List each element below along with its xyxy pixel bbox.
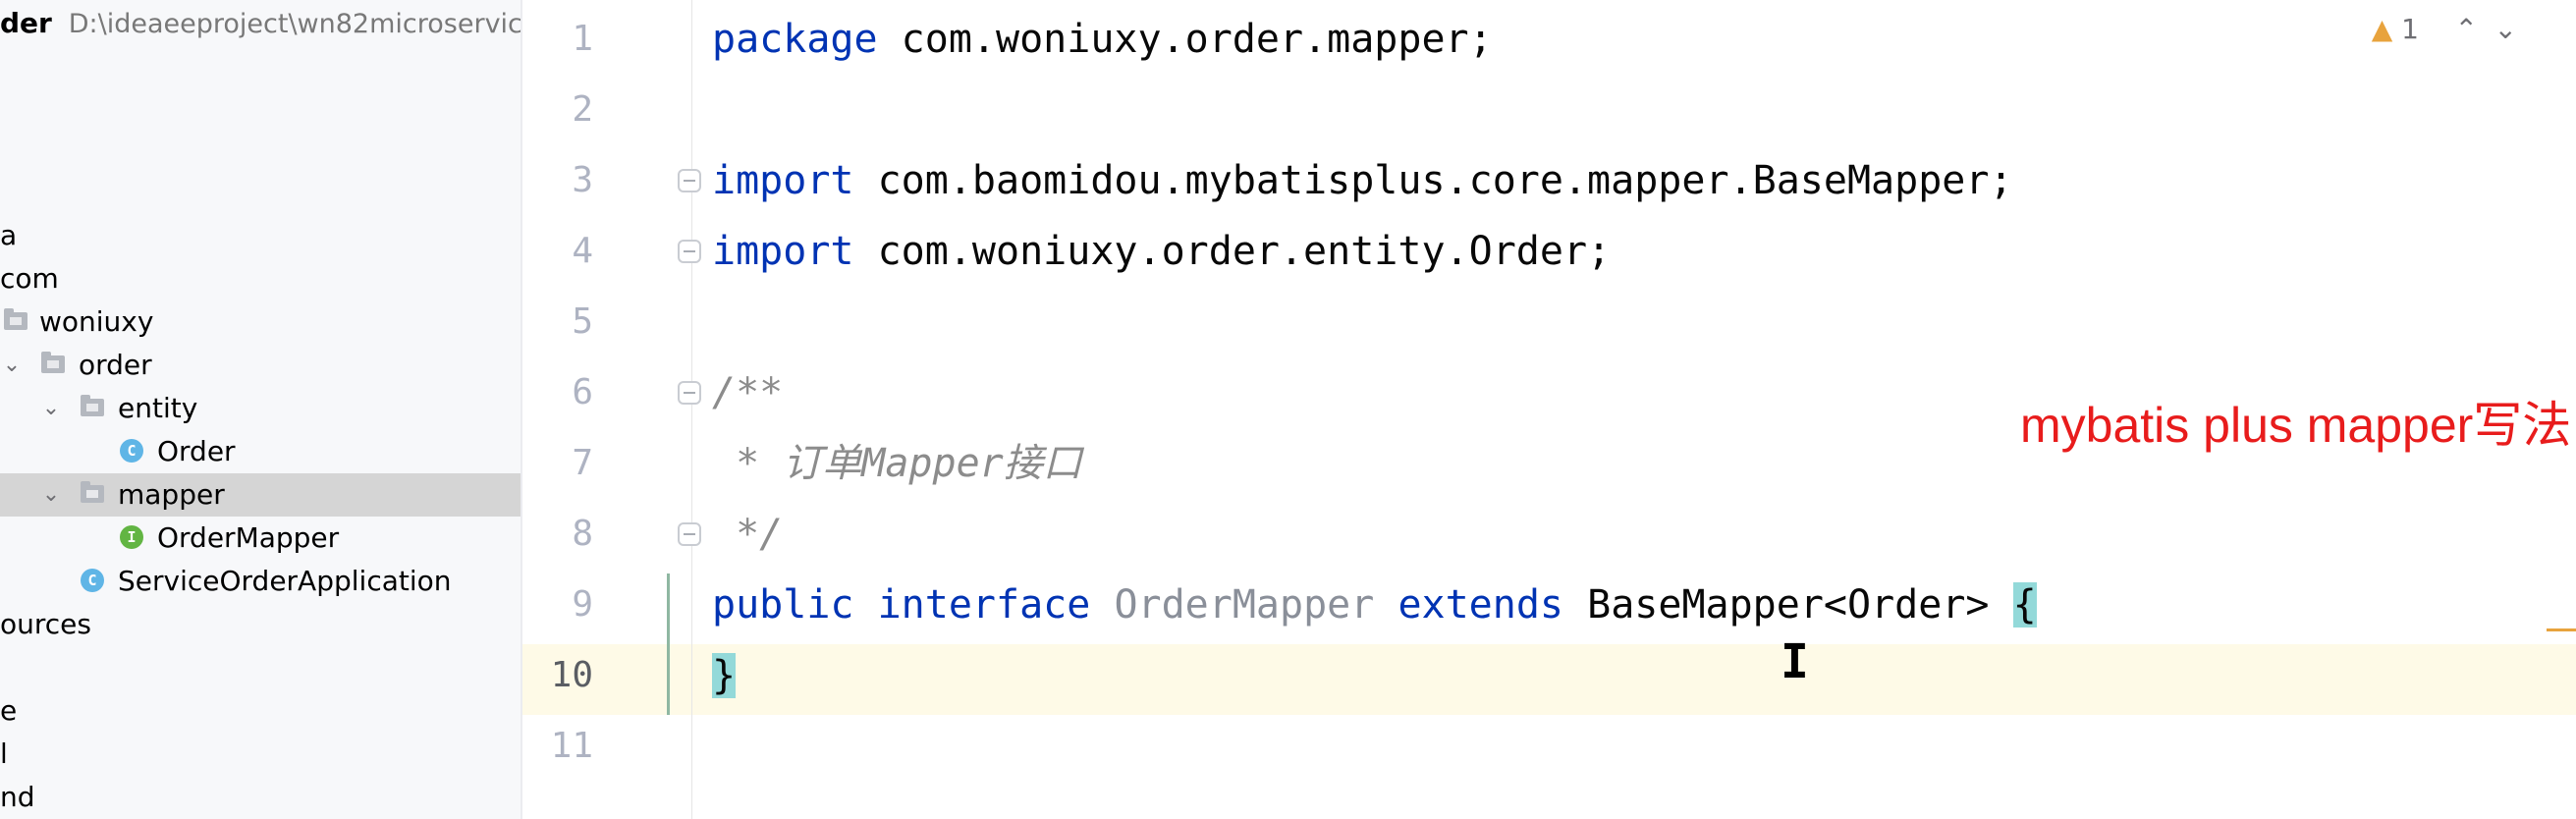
tree-item[interactable]: nd: [0, 776, 521, 819]
code-text: BaseMapper<Order>: [1587, 582, 1990, 628]
line-number: 6: [572, 372, 593, 412]
open-brace: {: [2012, 582, 2037, 628]
keyword: extends: [1398, 582, 1564, 628]
code-line-7[interactable]: * 订单Mapper接口: [712, 428, 1082, 499]
tree-item[interactable]: ources: [0, 603, 521, 646]
project-path: D:\ideaeeproject\wn82microservice: [68, 9, 522, 39]
folder-icon: [41, 352, 65, 373]
tree-item-application[interactable]: C ServiceOrderApplication: [0, 560, 521, 603]
keyword: package: [712, 17, 878, 62]
interface-icon: I: [120, 525, 143, 549]
tree-item[interactable]: e: [0, 689, 521, 733]
tree-item-order[interactable]: ⌄ order: [0, 344, 521, 387]
line-number: 3: [572, 160, 593, 200]
tree-item-label: woniuxy: [39, 305, 154, 338]
tree-item-label: ources: [0, 608, 91, 640]
annotation-text: mybatis plus mapper写法: [2020, 398, 2572, 453]
tree-item-label: a: [0, 219, 18, 251]
warning-icon: ▲: [2371, 13, 2393, 45]
folder-icon: [4, 308, 27, 330]
tree-item[interactable]: l: [0, 733, 521, 776]
current-line-highlight: [692, 644, 2576, 715]
line-number: 11: [550, 726, 593, 766]
line-number: 5: [572, 301, 593, 342]
project-name: der: [0, 7, 52, 39]
tree-item-mapper[interactable]: ⌄ mapper: [0, 473, 521, 517]
code-line-3[interactable]: import com.baomidou.mybatisplus.core.map…: [712, 145, 2013, 216]
warning-count: 1: [2401, 13, 2419, 45]
keyword: interface: [877, 582, 1091, 628]
tree-item-entity[interactable]: ⌄ entity: [0, 387, 521, 430]
keyword: public: [712, 582, 854, 628]
tree-item[interactable]: a: [0, 214, 521, 257]
close-brace: }: [712, 653, 737, 698]
tree-item-label: ServiceOrderApplication: [118, 565, 452, 597]
tree-item-label: order: [79, 349, 152, 381]
folder-icon: [81, 395, 104, 416]
line-number: 2: [572, 89, 593, 130]
spring-app-class-icon: C: [81, 569, 104, 592]
chevron-down-icon[interactable]: ⌄: [39, 473, 63, 517]
code-text: com.woniuxy.order.mapper;: [877, 17, 1493, 62]
line-number: 9: [572, 584, 593, 625]
code-line-6[interactable]: /**: [712, 357, 783, 428]
code-text: com.woniuxy.order.entity.Order;: [853, 229, 1612, 274]
line-number: 4: [572, 231, 593, 271]
inspection-widget[interactable]: ▲ 1: [2372, 10, 2419, 49]
tree-item-label: l: [0, 737, 8, 770]
code-line-4[interactable]: import com.woniuxy.order.entity.Order;: [712, 216, 1611, 287]
chevron-up-icon[interactable]: ⌃: [2455, 10, 2478, 49]
line-number-current: 10: [550, 655, 593, 695]
code-line-1[interactable]: package com.woniuxy.order.mapper;: [712, 4, 1493, 75]
tree-item-label: OrderMapper: [157, 521, 340, 554]
tree-item-ordermapper[interactable]: I OrderMapper: [0, 517, 521, 560]
line-number: 8: [572, 514, 593, 554]
code-editor[interactable]: package com.woniuxy.order.mapper; import…: [667, 0, 2576, 819]
code-line-10[interactable]: }: [712, 640, 737, 711]
chevron-down-icon[interactable]: ⌄: [2494, 10, 2517, 49]
project-header[interactable]: der D:\ideaeeproject\wn82microservice: [0, 4, 522, 43]
keyword: import: [712, 158, 854, 203]
code-line-9[interactable]: public interface OrderMapper extends Bas…: [712, 570, 2037, 640]
tree-item-label: mapper: [118, 478, 225, 511]
chevron-down-icon[interactable]: ⌄: [0, 344, 24, 387]
folder-icon: [81, 481, 104, 503]
project-tree-panel: der D:\ideaeeproject\wn82microservice a …: [0, 0, 522, 819]
tree-item-label: com: [0, 262, 59, 295]
interface-name: OrderMapper: [1114, 582, 1375, 628]
code-text: com.baomidou.mybatisplus.core.mapper.Bas…: [853, 158, 2013, 203]
tree-item-order-class[interactable]: C Order: [0, 430, 521, 473]
tree-item-woniuxy[interactable]: woniuxy: [0, 300, 521, 344]
text-cursor-icon: I: [1781, 634, 1809, 689]
keyword: import: [712, 229, 854, 274]
tree-item[interactable]: com: [0, 257, 521, 300]
line-number: 7: [572, 443, 593, 483]
scrollbar-marker[interactable]: [2547, 628, 2576, 631]
line-number: 1: [572, 19, 593, 59]
tree-item-label: Order: [157, 435, 236, 467]
scope-indicator: [667, 573, 670, 715]
tree-item-label: e: [0, 694, 18, 727]
chevron-down-icon[interactable]: ⌄: [39, 387, 63, 430]
tree-item-label: nd: [0, 781, 35, 813]
code-line-8[interactable]: */: [712, 499, 783, 570]
tree-item-label: entity: [118, 392, 198, 424]
class-icon: C: [120, 439, 143, 463]
